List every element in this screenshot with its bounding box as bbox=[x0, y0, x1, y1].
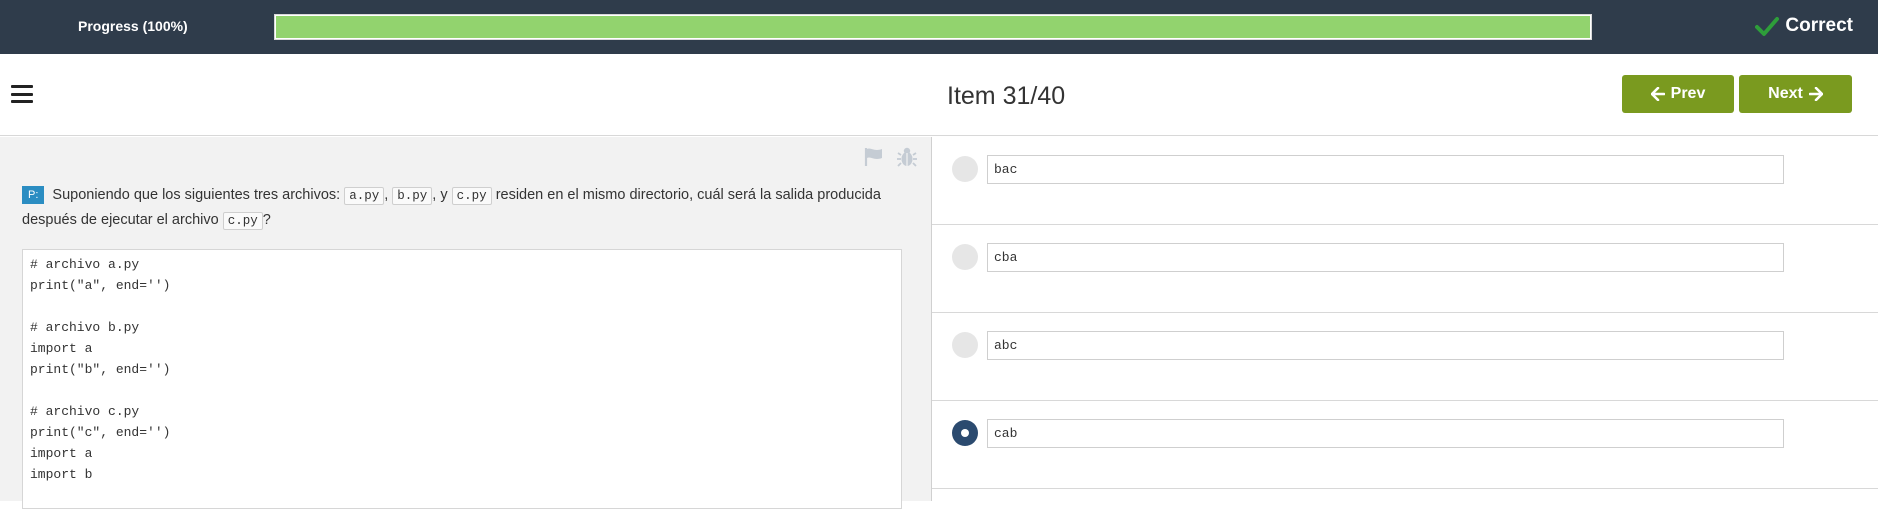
answer-text[interactable]: abc bbox=[987, 331, 1784, 360]
prev-label: Prev bbox=[1670, 85, 1706, 102]
question-badge: P: bbox=[22, 186, 45, 204]
answers-panel: bac cba abc cab bbox=[932, 137, 1878, 501]
answer-option[interactable]: cab bbox=[932, 401, 1878, 489]
radio-button[interactable] bbox=[952, 244, 978, 270]
filename-b: b.py bbox=[392, 187, 433, 205]
radio-button[interactable] bbox=[952, 332, 978, 358]
answer-option[interactable]: abc bbox=[932, 313, 1878, 401]
filename-run: c.py bbox=[222, 212, 263, 230]
bug-icon[interactable] bbox=[897, 146, 917, 168]
answer-text[interactable]: bac bbox=[987, 155, 1784, 184]
progress-label: Progress (100%) bbox=[78, 18, 188, 34]
question-text-part-1: Suponiendo que los siguientes tres archi… bbox=[52, 187, 341, 203]
prev-button[interactable]: Prev bbox=[1622, 75, 1734, 113]
next-label: Next bbox=[1768, 85, 1803, 102]
answer-option[interactable]: cba bbox=[932, 225, 1878, 313]
progress-track bbox=[274, 14, 1592, 40]
next-button[interactable]: Next bbox=[1739, 75, 1852, 113]
filename-c: c.py bbox=[451, 187, 492, 205]
status-badge: Correct bbox=[1755, 14, 1853, 38]
question-text: P: Suponiendo que los siguientes tres arc… bbox=[22, 186, 881, 230]
item-header: Item 31/40 Prev Next bbox=[0, 54, 1878, 136]
answer-text[interactable]: cab bbox=[987, 419, 1784, 448]
progress-bar-header: Progress (100%) Correct bbox=[0, 0, 1878, 54]
radio-button[interactable] bbox=[952, 420, 978, 446]
flag-icon[interactable] bbox=[864, 147, 884, 167]
radio-button[interactable] bbox=[952, 156, 978, 182]
check-icon bbox=[1755, 17, 1780, 36]
arrow-right-icon bbox=[1808, 87, 1823, 101]
answer-option[interactable]: bac bbox=[932, 137, 1878, 225]
page-title: Item 31/40 bbox=[947, 82, 1066, 110]
answer-text[interactable]: cba bbox=[987, 243, 1784, 272]
arrow-left-icon bbox=[1650, 87, 1665, 101]
code-block: # archivo a.py print("a", end='') # arch… bbox=[22, 249, 902, 509]
hamburger-menu-icon[interactable] bbox=[11, 85, 33, 103]
filename-a: a.py bbox=[344, 187, 385, 205]
progress-fill bbox=[275, 15, 1591, 39]
question-panel: P: Suponiendo que los siguientes tres arc… bbox=[0, 137, 932, 509]
status-label: Correct bbox=[1785, 15, 1853, 36]
